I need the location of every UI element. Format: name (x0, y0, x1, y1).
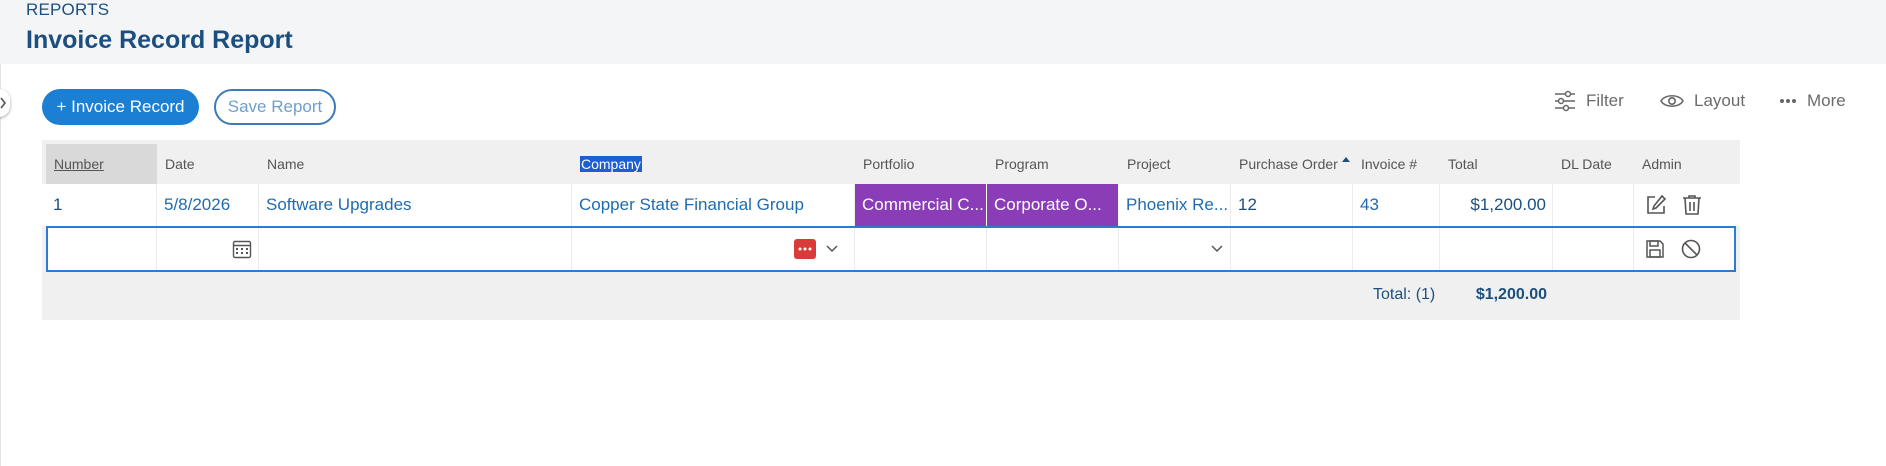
more-button[interactable]: More (1779, 88, 1846, 114)
column-header-purchase-order-label: Purchase Order (1239, 156, 1338, 172)
column-header-company[interactable]: Company (572, 144, 855, 184)
column-header-invoice-no[interactable]: Invoice # (1353, 144, 1440, 184)
edit-date-input[interactable] (157, 228, 259, 270)
column-header-number[interactable]: Number (46, 144, 157, 184)
cell-dl-date[interactable] (1553, 184, 1634, 226)
column-header-total[interactable]: Total (1440, 144, 1553, 184)
edit-project-select[interactable] (1119, 228, 1231, 270)
column-header-program[interactable]: Program (987, 144, 1119, 184)
layout-button[interactable]: Layout (1660, 88, 1745, 114)
more-label: More (1807, 91, 1846, 110)
cell-project[interactable]: Phoenix Re... (1119, 184, 1231, 226)
save-report-button[interactable]: Save Report (214, 89, 336, 125)
add-invoice-record-button[interactable]: + Invoice Record (42, 89, 199, 125)
column-header-project[interactable]: Project (1119, 144, 1231, 184)
column-header-name[interactable]: Name (259, 144, 572, 184)
page-title: Invoice Record Report (26, 26, 293, 54)
cell-total[interactable]: $1,200.00 (1440, 184, 1553, 226)
cell-invoice-no[interactable]: 43 (1353, 184, 1440, 226)
trash-icon[interactable] (1680, 193, 1704, 217)
column-header-dl-date[interactable]: DL Date (1553, 144, 1634, 184)
edit-dl-date-input[interactable] (1553, 228, 1634, 270)
column-header-company-label: Company (580, 156, 642, 172)
cell-purchase-order[interactable]: 12 (1231, 184, 1353, 226)
edit-admin-cell (1634, 228, 1734, 270)
filter-button[interactable]: Filter (1554, 88, 1624, 114)
column-header-admin: Admin (1642, 156, 1682, 172)
cell-number[interactable]: 1 (46, 184, 157, 226)
filter-label: Filter (1586, 91, 1624, 110)
breadcrumb[interactable]: REPORTS (26, 0, 109, 20)
layout-label: Layout (1694, 91, 1746, 110)
sidebar-edge (0, 64, 1, 466)
edit-company-select[interactable] (572, 228, 855, 270)
cell-name[interactable]: Software Upgrades (259, 184, 572, 226)
cancel-icon[interactable] (1680, 238, 1702, 260)
edit-icon[interactable] (1644, 193, 1668, 217)
chevron-down-icon[interactable] (826, 243, 838, 255)
calendar-icon[interactable] (231, 238, 253, 260)
edit-purchase-order-input[interactable] (1231, 228, 1353, 270)
edit-total-input[interactable] (1440, 228, 1553, 270)
sort-ascending-icon (1341, 156, 1350, 162)
table-row[interactable]: 1 5/8/2026 Software Upgrades Copper Stat… (42, 184, 1740, 226)
page-header: REPORTS Invoice Record Report (0, 0, 1886, 64)
report-grid: Number Date Name Company Portfolio Progr… (42, 140, 1740, 320)
ellipsis-icon (1780, 99, 1796, 103)
column-header-purchase-order[interactable]: Purchase Order (1231, 144, 1353, 184)
cell-portfolio[interactable]: Commercial C... (855, 184, 987, 226)
more-badge-icon[interactable] (794, 239, 816, 259)
edit-portfolio-input[interactable] (855, 228, 987, 270)
cell-program[interactable]: Corporate O... (987, 184, 1119, 226)
column-header-portfolio[interactable]: Portfolio (855, 144, 987, 184)
eye-icon (1660, 94, 1684, 108)
cell-company[interactable]: Copper State Financial Group (572, 184, 855, 226)
save-icon[interactable] (1644, 238, 1666, 260)
edit-number-input[interactable] (48, 228, 157, 270)
sliders-icon (1555, 90, 1575, 112)
edit-name-input[interactable] (259, 228, 572, 270)
cell-admin (1634, 184, 1736, 226)
chevron-right-icon (0, 97, 7, 109)
cell-date[interactable]: 5/8/2026 (157, 184, 259, 226)
chevron-down-icon[interactable] (1211, 243, 1223, 255)
sidebar-toggle[interactable] (0, 89, 10, 117)
edit-program-input[interactable] (987, 228, 1119, 270)
column-header-date[interactable]: Date (157, 144, 259, 184)
edit-invoice-no-input[interactable] (1353, 228, 1440, 270)
inline-edit-row[interactable] (46, 226, 1736, 272)
footer-sum: $1,200.00 (1475, 286, 1547, 303)
